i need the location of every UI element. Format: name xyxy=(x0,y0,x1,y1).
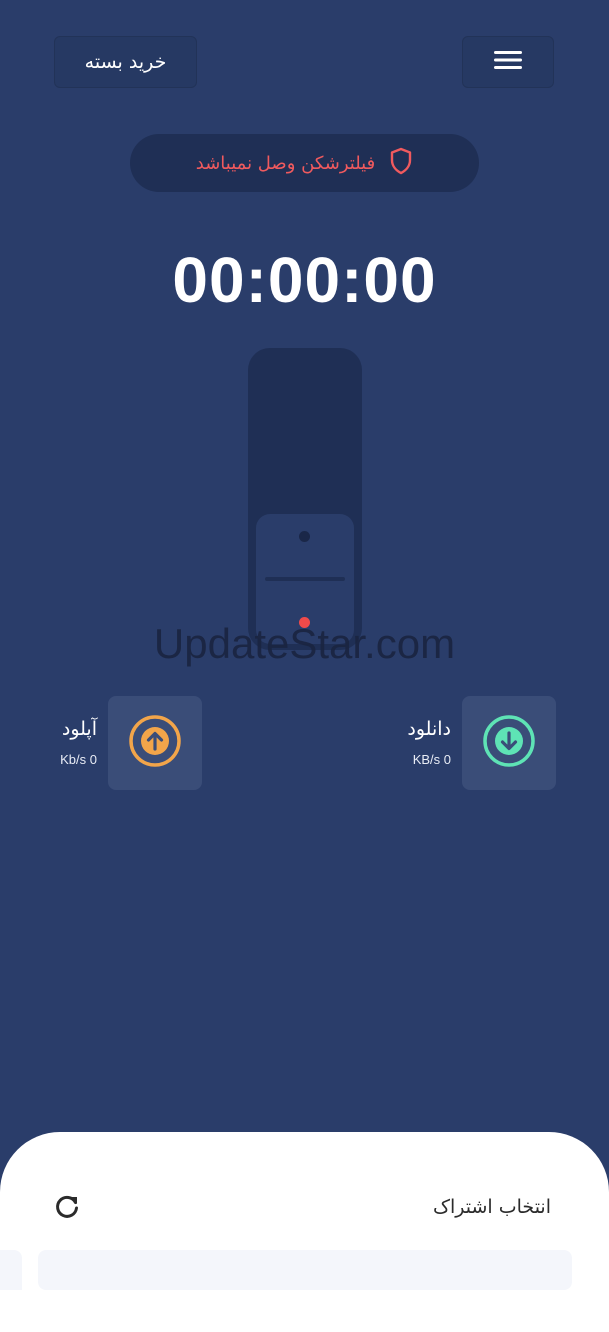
hamburger-menu-icon xyxy=(494,50,522,74)
shield-icon xyxy=(389,147,413,179)
switch-on-indicator xyxy=(299,531,310,542)
subscription-card[interactable] xyxy=(38,1250,572,1290)
download-speed: KB/s 0 xyxy=(412,752,451,767)
subscription-sheet xyxy=(0,1132,609,1332)
connection-status-badge: فیلترشکن وصل نمیباشد xyxy=(130,134,479,192)
switch-divider xyxy=(265,577,345,581)
subscription-sheet-title: انتخاب اشتراک xyxy=(433,1196,551,1218)
buy-package-button[interactable]: خرید بسته xyxy=(54,36,197,88)
arrow-up-circle-icon xyxy=(128,714,182,772)
buy-package-label: خرید بسته xyxy=(84,51,167,73)
refresh-icon xyxy=(53,1193,81,1225)
upload-stat-tile xyxy=(108,696,202,790)
download-title: دانلود xyxy=(407,718,451,740)
upload-speed: Kb/s 0 xyxy=(60,752,97,767)
refresh-button[interactable] xyxy=(50,1192,84,1226)
connection-timer: 00:00:00 xyxy=(172,244,437,316)
arrow-down-circle-icon xyxy=(482,714,536,772)
upload-title: آپلود xyxy=(61,718,97,740)
menu-button[interactable] xyxy=(462,36,554,88)
subscription-card-peek[interactable] xyxy=(0,1250,22,1290)
connection-status-text: فیلترشکن وصل نمیباشد xyxy=(195,152,376,174)
download-stat-tile xyxy=(462,696,556,790)
watermark: UpdateStar.com xyxy=(153,620,456,667)
